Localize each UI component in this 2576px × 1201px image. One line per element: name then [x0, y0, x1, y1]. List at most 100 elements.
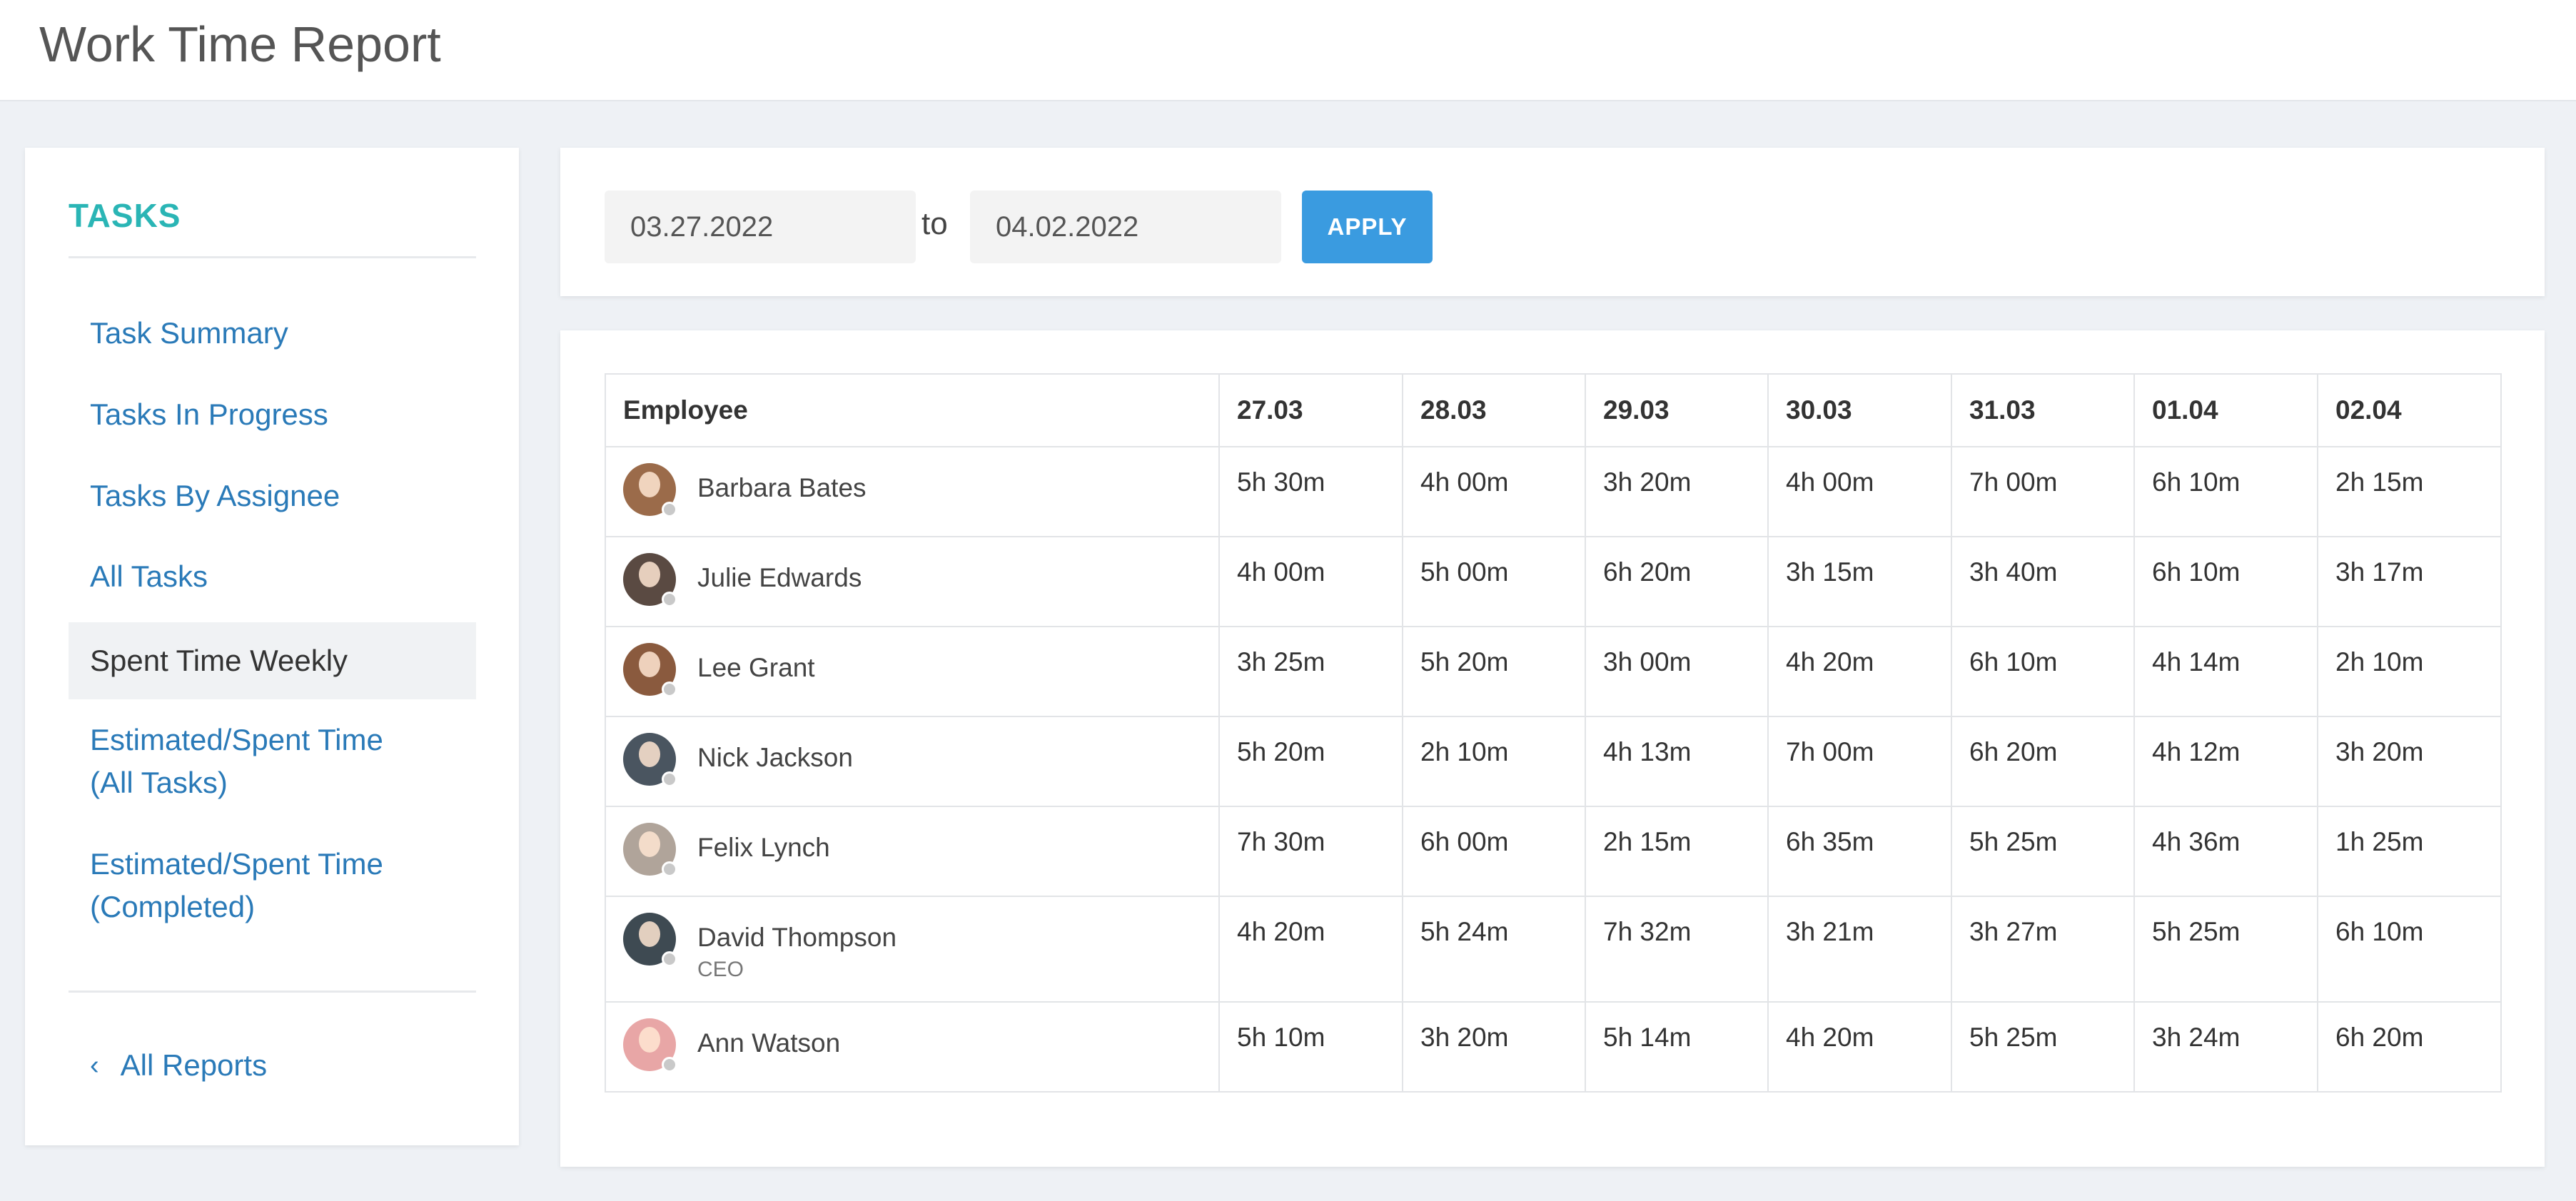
time-cell: 7h 00m: [1951, 446, 2135, 537]
employee-role: CEO: [697, 958, 744, 981]
sidebar-item-label: (Completed): [90, 890, 256, 923]
sidebar-divider: [69, 990, 476, 993]
time-cell: 5h 25m: [1951, 806, 2135, 897]
time-cell: 4h 20m: [1767, 626, 1952, 717]
time-cell: 6h 10m: [2317, 896, 2502, 1003]
employee-cell: Ann Watson: [605, 1001, 1220, 1093]
time-cell: 5h 14m: [1585, 1001, 1769, 1093]
time-cell: 3h 25m: [1218, 626, 1403, 717]
avatar: [623, 463, 677, 517]
column-header[interactable]: Employee: [605, 373, 1220, 447]
employee-name: David Thompson: [697, 923, 897, 952]
employee-cell: Felix Lynch: [605, 806, 1220, 897]
column-header[interactable]: 27.03: [1218, 373, 1403, 447]
time-cell: 3h 00m: [1585, 626, 1769, 717]
employee-name: Julie Edwards: [697, 563, 862, 592]
table-row: Barbara Bates 5h 30m 4h 00m 3h 20m 4h 00m 7h …: [605, 446, 2502, 537]
employee-name: Felix Lynch: [697, 833, 830, 862]
time-cell: 3h 40m: [1951, 536, 2135, 627]
sidebar-item-spent-time-weekly[interactable]: Spent Time Weekly: [69, 622, 476, 699]
status-dot-icon: [662, 681, 677, 697]
sidebar-item-tasks-by-assignee[interactable]: Tasks By Assignee: [69, 475, 476, 517]
apply-button[interactable]: APPLY: [1302, 191, 1433, 263]
sidebar-item-label: Estimated/Spent Time: [90, 723, 383, 756]
page-header: Work Time Report: [0, 0, 2576, 101]
sidebar-item-estimated-spent-completed[interactable]: Estimated/Spent Time (Completed): [69, 843, 476, 928]
reports-sidebar: TASKS Task Summary Tasks In Progress Tas…: [25, 148, 519, 1145]
time-cell: 4h 36m: [2133, 806, 2318, 897]
time-cell: 5h 00m: [1402, 536, 1586, 627]
time-cell: 6h 20m: [2317, 1001, 2502, 1093]
employee-cell: Julie Edwards: [605, 536, 1220, 627]
time-cell: 2h 10m: [2317, 626, 2502, 717]
table-row: Julie Edwards 4h 00m 5h 00m 6h 20m 3h 15m 3h …: [605, 536, 2502, 627]
avatar: [623, 1018, 677, 1073]
time-cell: 5h 25m: [1951, 1001, 2135, 1093]
time-cell: 5h 25m: [2133, 896, 2318, 1003]
time-cell: 4h 20m: [1218, 896, 1403, 1003]
date-filter-panel: to APPLY: [560, 148, 2545, 296]
table-header-row: Employee 27.03 28.03 29.03 30.03 31.03 0…: [605, 373, 2502, 447]
time-cell: 6h 20m: [1951, 716, 2135, 807]
time-cell: 5h 24m: [1402, 896, 1586, 1003]
status-dot-icon: [662, 1057, 677, 1073]
page-title: Work Time Report: [39, 16, 441, 72]
column-header[interactable]: 31.03: [1951, 373, 2135, 447]
column-header[interactable]: 01.04: [2133, 373, 2318, 447]
table-row: Nick Jackson 5h 20m 2h 10m 4h 13m 7h 00m 6h 2…: [605, 716, 2502, 807]
time-cell: 6h 10m: [1951, 626, 2135, 717]
sidebar-item-label: Estimated/Spent Time: [90, 847, 383, 881]
sidebar-item-label: Tasks In Progress: [90, 397, 328, 431]
time-cell: 4h 00m: [1218, 536, 1403, 627]
status-dot-icon: [662, 861, 677, 877]
sidebar-item-all-tasks[interactable]: All Tasks: [69, 555, 476, 598]
time-cell: 5h 20m: [1402, 626, 1586, 717]
time-cell: 6h 10m: [2133, 446, 2318, 537]
time-cell: 4h 00m: [1402, 446, 1586, 537]
table-row: Felix Lynch 7h 30m 6h 00m 2h 15m 6h 35m 5h 25…: [605, 806, 2502, 897]
all-reports-label: All Reports: [120, 1048, 268, 1082]
employee-cell: David Thompson CEO: [605, 896, 1220, 1003]
column-header[interactable]: 02.04: [2317, 373, 2502, 447]
status-dot-icon: [662, 951, 677, 967]
sidebar-item-label: (All Tasks): [90, 766, 228, 799]
sidebar-divider: [69, 256, 476, 258]
date-to-input[interactable]: [970, 191, 1281, 263]
time-cell: 4h 13m: [1585, 716, 1769, 807]
avatar: [623, 823, 677, 877]
work-time-table: Employee 27.03 28.03 29.03 30.03 31.03 0…: [605, 373, 2502, 1093]
time-cell: 3h 17m: [2317, 536, 2502, 627]
table-row: David Thompson CEO 4h 20m 5h 24m 7h 32m 3h 21…: [605, 896, 2502, 1003]
time-cell: 2h 15m: [1585, 806, 1769, 897]
time-cell: 4h 20m: [1767, 1001, 1952, 1093]
status-dot-icon: [662, 592, 677, 607]
column-header[interactable]: 29.03: [1585, 373, 1769, 447]
sidebar-item-label: Spent Time Weekly: [90, 644, 348, 677]
avatar: [623, 733, 677, 787]
avatar: [623, 643, 677, 697]
date-from-input[interactable]: [605, 191, 916, 263]
status-dot-icon: [662, 502, 677, 517]
avatar: [623, 553, 677, 607]
column-header[interactable]: 28.03: [1402, 373, 1586, 447]
column-header[interactable]: 30.03: [1767, 373, 1952, 447]
sidebar-item-task-summary[interactable]: Task Summary: [69, 312, 476, 355]
time-cell: 7h 32m: [1585, 896, 1769, 1003]
time-cell: 2h 15m: [2317, 446, 2502, 537]
time-cell: 4h 14m: [2133, 626, 2318, 717]
sidebar-item-estimated-spent-all[interactable]: Estimated/Spent Time (All Tasks): [69, 719, 476, 804]
time-cell: 3h 20m: [1402, 1001, 1586, 1093]
time-cell: 3h 20m: [2317, 716, 2502, 807]
time-cell: 7h 00m: [1767, 716, 1952, 807]
all-reports-link[interactable]: ‹ All Reports: [90, 1048, 267, 1083]
time-cell: 5h 30m: [1218, 446, 1403, 537]
employee-name: Nick Jackson: [697, 743, 853, 772]
time-cell: 3h 21m: [1767, 896, 1952, 1003]
time-cell: 3h 24m: [2133, 1001, 2318, 1093]
time-cell: 4h 00m: [1767, 446, 1952, 537]
time-cell: 6h 20m: [1585, 536, 1769, 627]
avatar: [623, 913, 677, 967]
chevron-left-icon: ‹: [90, 1050, 99, 1080]
sidebar-item-tasks-in-progress[interactable]: Tasks In Progress: [69, 393, 476, 436]
time-cell: 5h 10m: [1218, 1001, 1403, 1093]
